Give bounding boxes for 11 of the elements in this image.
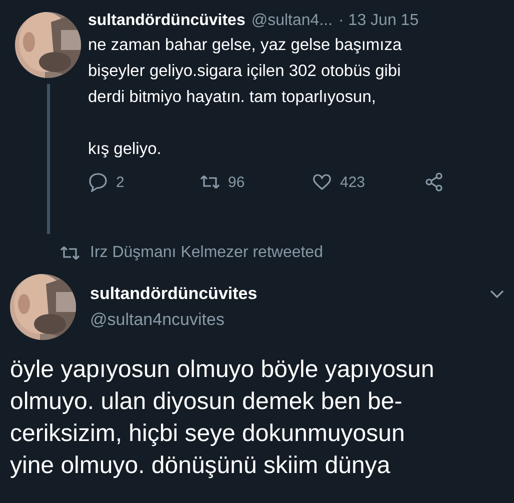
user-handle: @sultan4... [251, 12, 333, 30]
user-handle[interactable]: @sultan4ncuvites [90, 310, 476, 330]
user-name[interactable]: sultandördüncüvites [90, 284, 476, 304]
tweet-date: · 13 Jun 15 [338, 12, 419, 30]
retweet-count: 96 [228, 174, 245, 190]
tweet-text: öyle yapıyosun olmuyo böyle yapıyosun olmuyo. ulan diyosun demek ben be- ceriksizim, hiçbi seye dokunmuyosun yine olmuyo. dönüşünü skiim dünya [9, 355, 436, 481]
user-name[interactable]: sultandördüncüvites [88, 12, 246, 30]
reply-count: 2 [116, 174, 124, 190]
retweeted-by[interactable]: Irz Düşmanı Kelmezer retweeted [90, 244, 323, 262]
like-count: 423 [340, 174, 366, 190]
tweet-text: ne zaman bahar gelse, yaz gelse başımıza bişeyler geliyo.sigara içilen 302 otobüs gibi derdi bitmiyo hayatın. tam toparlıyosun, kış geliyo. [88, 35, 403, 160]
